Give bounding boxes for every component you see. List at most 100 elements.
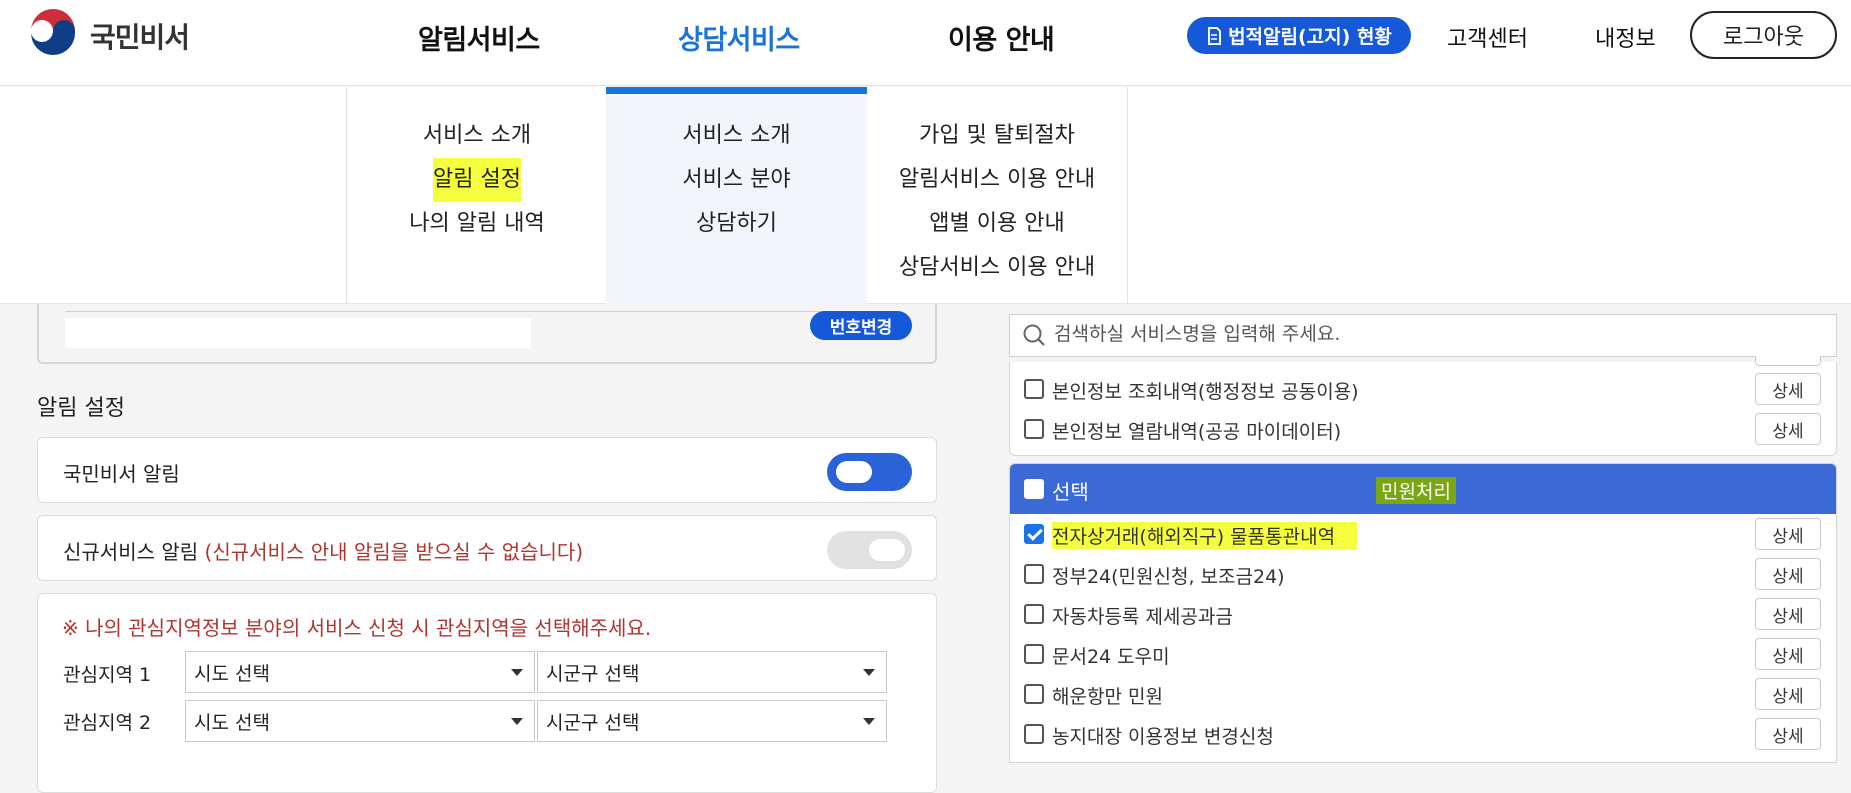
logo-text: 국민비서 [90, 21, 190, 54]
chevron-down-icon [863, 718, 875, 725]
service-row: 본인정보 조회내역(행정정보 공동이용) 상세 [1010, 369, 1836, 409]
service-search-box [1009, 314, 1837, 357]
phone-number-box: 번호변경 [37, 297, 937, 364]
menu-app-guide[interactable]: 앱별 이용 안내 [929, 202, 1064, 246]
service-checkbox[interactable] [1024, 379, 1044, 399]
service-search-input[interactable] [1054, 323, 1814, 345]
service-name: 정부24(민원신청, 보조금24) [1052, 566, 1285, 588]
service-row: 농지대장 이용정보 변경신청 상세 [1010, 714, 1836, 754]
detail-button[interactable]: 상세 [1755, 638, 1821, 670]
logout-button[interactable]: 로그아웃 [1690, 11, 1837, 59]
service-list-top: 본인정보 조회내역(행정정보 공동이용) 상세 본인정보 열람내역(공공 마이데… [1009, 356, 1837, 456]
toggle-row-new-service: 신규서비스 알림 (신규서비스 안내 알림을 받으실 수 없습니다) [37, 515, 937, 581]
interest-region-box: ※ 나의 관심지역정보 분야의 서비스 신청 시 관심지역을 선택해주세요. 관… [37, 593, 937, 793]
menu-my-alarm-history[interactable]: 나의 알림 내역 [409, 202, 544, 246]
category-civil-affairs: 선택 민원처리 전자상거래(해외직구) 물품통관내역 상세 정부24(민원신청,… [1009, 463, 1837, 763]
site-header: 국민비서 알림서비스 상담서비스 이용 안내 법적알림(고지) 현황 고객센터 … [0, 0, 1851, 86]
change-number-button[interactable]: 번호변경 [810, 311, 912, 340]
toggle-label: 신규서비스 알림 (신규서비스 안내 알림을 받으실 수 없습니다) [63, 536, 583, 565]
mega-dropdown-menu: 서비스 소개 알림 설정 나의 알림 내역 서비스 소개 서비스 분야 상담하기… [0, 87, 1851, 304]
new-service-alarm-toggle[interactable] [827, 531, 912, 569]
toggle-knob [869, 539, 905, 561]
menu-alarm-intro[interactable]: 서비스 소개 [423, 114, 531, 158]
menu-alarm-settings[interactable]: 알림 설정 [433, 158, 521, 202]
new-service-label: 신규서비스 알림 [63, 540, 199, 564]
chevron-down-icon [863, 669, 875, 676]
detail-button-partial[interactable] [1755, 356, 1821, 366]
search-icon [1023, 324, 1045, 346]
region2-sido-select[interactable]: 시도 선택 [185, 700, 535, 742]
nav-usage-guide[interactable]: 이용 안내 [948, 18, 1055, 57]
site-logo[interactable]: 국민비서 [26, 9, 190, 63]
toggle-label: 국민비서 알림 [63, 462, 180, 486]
legal-notice-button[interactable]: 법적알림(고지) 현황 [1187, 17, 1411, 54]
region1-sigungu-select[interactable]: 시군구 선택 [537, 651, 887, 693]
service-name: 문서24 도우미 [1052, 646, 1170, 668]
divider [65, 311, 883, 312]
select-value: 시군구 선택 [546, 711, 640, 734]
national-secretary-alarm-toggle[interactable] [827, 453, 912, 491]
mega-col-guide: 가입 및 탈퇴절차 알림서비스 이용 안내 앱별 이용 안내 상담서비스 이용 … [867, 87, 1128, 304]
detail-button[interactable]: 상세 [1755, 518, 1821, 550]
service-row: 정부24(민원신청, 보조금24) 상세 [1010, 554, 1836, 594]
region1-label: 관심지역 1 [63, 664, 152, 686]
legal-notice-label: 법적알림(고지) 현황 [1228, 26, 1392, 48]
menu-consult-intro[interactable]: 서비스 소개 [682, 114, 790, 158]
chevron-down-icon [511, 718, 523, 725]
detail-button[interactable]: 상세 [1755, 413, 1821, 445]
toggle-knob [836, 461, 872, 483]
category-header: 선택 민원처리 [1010, 464, 1836, 514]
toggle-row-national-secretary: 국민비서 알림 [37, 437, 937, 503]
select-value: 시군구 선택 [546, 662, 640, 685]
phone-number-value [65, 318, 531, 348]
menu-join-leave[interactable]: 가입 및 탈퇴절차 [919, 114, 1075, 158]
new-service-warning: (신규서비스 안내 알림을 받으실 수 없습니다) [204, 540, 584, 564]
menu-consult-start[interactable]: 상담하기 [696, 202, 777, 246]
service-checkbox[interactable] [1024, 684, 1044, 704]
region-note: ※ 나의 관심지역정보 분야의 서비스 신청 시 관심지역을 선택해주세요. [62, 616, 652, 640]
alarm-settings-title: 알림 설정 [37, 396, 125, 421]
service-name: 본인정보 조회내역(행정정보 공동이용) [1052, 381, 1359, 403]
chevron-down-icon [511, 669, 523, 676]
service-name: 해운항만 민원 [1052, 686, 1163, 708]
select-value: 시도 선택 [194, 711, 270, 734]
service-checkbox[interactable] [1024, 644, 1044, 664]
my-info-link[interactable]: 내정보 [1595, 21, 1656, 53]
customer-center-link[interactable]: 고객센터 [1447, 21, 1528, 53]
service-name: 전자상거래(해외직구) 물품통관내역 [1052, 522, 1358, 549]
menu-alarm-guide[interactable]: 알림서비스 이용 안내 [899, 158, 1095, 202]
category-name: 민원처리 [1376, 477, 1456, 504]
region2-sigungu-select[interactable]: 시군구 선택 [537, 700, 887, 742]
taegeuk-logo-icon [27, 9, 79, 62]
select-all-label: 선택 [1052, 480, 1089, 504]
nav-consult-service[interactable]: 상담서비스 [678, 18, 800, 57]
menu-consult-guide[interactable]: 상담서비스 이용 안내 [899, 246, 1095, 290]
mega-col-consult: 서비스 소개 서비스 분야 상담하기 [606, 87, 867, 304]
service-row: 문서24 도우미 상세 [1010, 634, 1836, 674]
detail-button[interactable]: 상세 [1755, 598, 1821, 630]
mega-col-alarm: 서비스 소개 알림 설정 나의 알림 내역 [346, 87, 607, 304]
service-checkbox[interactable] [1024, 604, 1044, 624]
select-all-checkbox[interactable] [1024, 479, 1044, 499]
menu-consult-field[interactable]: 서비스 분야 [682, 158, 790, 202]
detail-button[interactable]: 상세 [1755, 678, 1821, 710]
detail-button[interactable]: 상세 [1755, 373, 1821, 405]
service-checkbox-checked[interactable] [1024, 524, 1044, 544]
active-menu-indicator [606, 87, 867, 94]
nav-alarm-service[interactable]: 알림서비스 [418, 18, 540, 57]
service-name: 본인정보 열람내역(공공 마이데이터) [1052, 421, 1342, 443]
service-checkbox[interactable] [1024, 724, 1044, 744]
service-name: 자동차등록 제세공과금 [1052, 606, 1233, 628]
document-icon [1208, 26, 1222, 45]
select-value: 시도 선택 [194, 662, 270, 685]
service-checkbox[interactable] [1024, 564, 1044, 584]
detail-button[interactable]: 상세 [1755, 718, 1821, 750]
service-row: 해운항만 민원 상세 [1010, 674, 1836, 714]
service-name: 농지대장 이용정보 변경신청 [1052, 726, 1274, 748]
region1-sido-select[interactable]: 시도 선택 [185, 651, 535, 693]
service-checkbox[interactable] [1024, 419, 1044, 439]
service-row: 전자상거래(해외직구) 물품통관내역 상세 [1010, 514, 1836, 554]
service-row: 본인정보 열람내역(공공 마이데이터) 상세 [1010, 409, 1836, 449]
detail-button[interactable]: 상세 [1755, 558, 1821, 590]
region2-label: 관심지역 2 [63, 712, 152, 734]
